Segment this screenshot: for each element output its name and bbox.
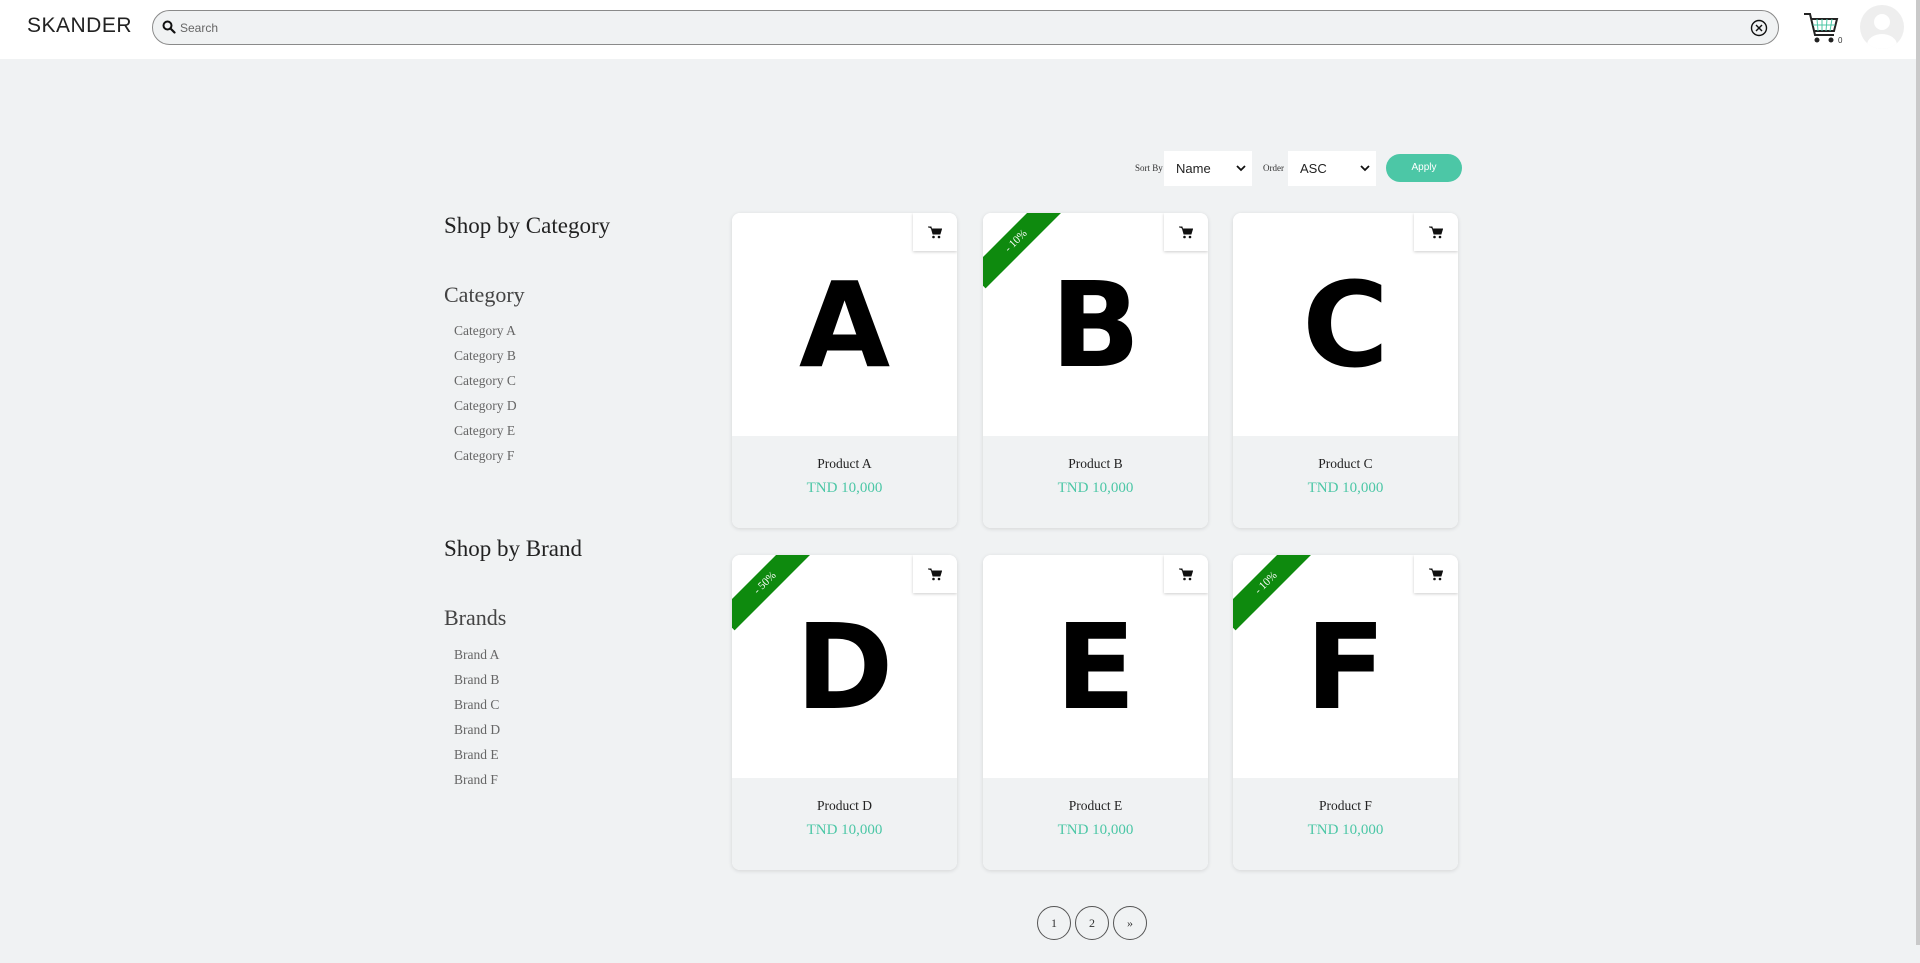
product-name[interactable]: Product A <box>732 456 957 472</box>
user-avatar-icon[interactable] <box>1860 5 1904 49</box>
pagination-page-2[interactable]: 2 <box>1075 906 1109 940</box>
sort-by-select[interactable]: Name <box>1164 151 1252 186</box>
add-to-cart-icon <box>1429 568 1443 580</box>
product-name[interactable]: Product D <box>732 798 957 814</box>
category-list: Category A Category B Category C Categor… <box>454 323 517 473</box>
clear-circle-icon[interactable] <box>1750 19 1768 37</box>
order-value: ASC <box>1300 161 1327 176</box>
page-scrollbar[interactable] <box>1916 0 1920 945</box>
discount-ribbon: - 10% <box>1233 555 1314 631</box>
product-info: Product E TND 10,000 <box>983 778 1208 870</box>
product-price: TND 10,000 <box>1307 480 1384 496</box>
search-bar[interactable] <box>152 10 1779 45</box>
order-select[interactable]: ASC <box>1288 151 1376 186</box>
brand-link[interactable]: Brand A <box>454 647 500 672</box>
product-image-letter: B <box>1050 255 1141 394</box>
shop-by-brand-heading: Shop by Brand <box>444 536 582 561</box>
product-info: Product D TND 10,000 <box>732 778 957 870</box>
brand-link[interactable]: Brand F <box>454 772 500 797</box>
cart-count: 0 <box>1838 36 1843 45</box>
add-to-cart-icon <box>1179 226 1193 238</box>
product-image-letter: A <box>798 255 891 394</box>
product-name[interactable]: Product E <box>983 798 1208 814</box>
product-info: Product A TND 10,000 <box>732 436 957 528</box>
add-to-cart-button[interactable] <box>913 555 957 593</box>
product-card[interactable]: E Product E TND 10,000 <box>983 555 1208 870</box>
product-image-letter: E <box>1055 597 1136 736</box>
discount-label: - 10% <box>983 213 1064 289</box>
search-input[interactable] <box>180 17 1720 39</box>
pagination-next[interactable]: » <box>1113 906 1147 940</box>
add-to-cart-icon <box>928 568 942 580</box>
sort-by-label: Sort By <box>1135 163 1163 173</box>
discount-ribbon: - 50% <box>732 555 813 631</box>
product-price: TND 10,000 <box>1307 822 1384 838</box>
category-link[interactable]: Category F <box>454 448 517 473</box>
category-link[interactable]: Category D <box>454 398 517 423</box>
product-image-letter: C <box>1302 255 1389 394</box>
category-link[interactable]: Category C <box>454 373 517 398</box>
add-to-cart-button[interactable] <box>1164 213 1208 251</box>
product-card[interactable]: A Product A TND 10,000 <box>732 213 957 528</box>
product-info: Product B TND 10,000 <box>983 436 1208 528</box>
chevron-down-icon <box>1360 165 1370 172</box>
brand-link[interactable]: Brand E <box>454 747 500 772</box>
product-image-letter: F <box>1305 597 1386 736</box>
shop-by-category-heading: Shop by Category <box>444 213 611 238</box>
category-link[interactable]: Category B <box>454 348 517 373</box>
add-to-cart-icon <box>1429 226 1443 238</box>
product-price: TND 10,000 <box>806 822 883 838</box>
product-price: TND 10,000 <box>1057 480 1134 496</box>
product-image-letter: D <box>795 597 894 736</box>
pagination-page-1[interactable]: 1 <box>1037 906 1071 940</box>
product-card[interactable]: C Product C TND 10,000 <box>1233 213 1458 528</box>
add-to-cart-button[interactable] <box>1414 555 1458 593</box>
brand-link[interactable]: Brand B <box>454 672 500 697</box>
sort-by-value: Name <box>1176 161 1211 176</box>
product-card[interactable]: F - 10% Product F TND 10,000 <box>1233 555 1458 870</box>
product-price: TND 10,000 <box>1057 822 1134 838</box>
product-card[interactable]: B - 10% Product B TND 10,000 <box>983 213 1208 528</box>
brands-subheading: Brands <box>444 605 507 630</box>
chevron-down-icon <box>1236 165 1246 172</box>
apply-button[interactable]: Apply <box>1386 154 1462 182</box>
search-icon <box>162 20 176 34</box>
product-name[interactable]: Product F <box>1233 798 1458 814</box>
brand-link[interactable]: Brand C <box>454 697 500 722</box>
category-subheading: Category <box>444 282 525 307</box>
category-link[interactable]: Category E <box>454 423 517 448</box>
product-name[interactable]: Product B <box>983 456 1208 472</box>
category-link[interactable]: Category A <box>454 323 517 348</box>
discount-label: - 10% <box>1233 555 1314 631</box>
product-price: TND 10,000 <box>806 480 883 496</box>
top-header: SKANDER 0 <box>0 0 1920 59</box>
add-to-cart-icon <box>928 226 942 238</box>
product-info: Product F TND 10,000 <box>1233 778 1458 870</box>
product-name[interactable]: Product C <box>1233 456 1458 472</box>
add-to-cart-button[interactable] <box>1164 555 1208 593</box>
add-to-cart-icon <box>1179 568 1193 580</box>
brand-link[interactable]: Brand D <box>454 722 500 747</box>
discount-ribbon: - 10% <box>983 213 1064 289</box>
shopping-cart-icon[interactable] <box>1802 8 1840 46</box>
product-info: Product C TND 10,000 <box>1233 436 1458 528</box>
add-to-cart-button[interactable] <box>913 213 957 251</box>
add-to-cart-button[interactable] <box>1414 213 1458 251</box>
order-label: Order <box>1263 163 1284 173</box>
discount-label: - 50% <box>732 555 813 631</box>
site-logo[interactable]: SKANDER <box>27 14 132 38</box>
brand-list: Brand A Brand B Brand C Brand D Brand E … <box>454 647 500 797</box>
product-card[interactable]: D - 50% Product D TND 10,000 <box>732 555 957 870</box>
